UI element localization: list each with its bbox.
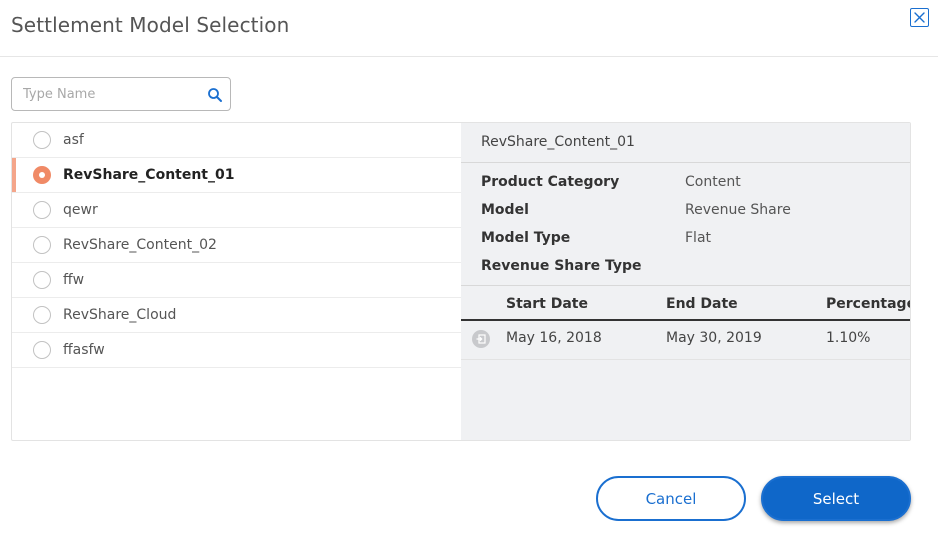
property-value: Revenue Share bbox=[685, 202, 791, 218]
list-item-label: RevShare_Content_02 bbox=[63, 237, 217, 253]
close-button[interactable] bbox=[910, 8, 929, 27]
list-item-label: qewr bbox=[63, 202, 98, 218]
column-header-percentage: Percentage bbox=[826, 296, 911, 312]
column-header-end-date: End Date bbox=[666, 296, 738, 312]
radio-button[interactable] bbox=[33, 306, 51, 324]
divider bbox=[461, 162, 910, 163]
radio-button[interactable] bbox=[33, 201, 51, 219]
details-title: RevShare_Content_01 bbox=[481, 134, 635, 150]
list-item-label: ffw bbox=[63, 272, 85, 288]
property-label: Model bbox=[481, 202, 529, 218]
radio-button[interactable] bbox=[33, 341, 51, 359]
list-item[interactable]: RevShare_Content_01 bbox=[12, 158, 461, 193]
radio-button[interactable] bbox=[33, 166, 51, 184]
property-label: Model Type bbox=[481, 230, 571, 246]
property-label: Product Category bbox=[481, 174, 620, 190]
column-header-start-date: Start Date bbox=[506, 296, 588, 312]
search-icon[interactable] bbox=[207, 87, 223, 103]
list-item[interactable]: RevShare_Content_02 bbox=[12, 228, 461, 263]
search-box bbox=[11, 77, 231, 111]
header-divider bbox=[0, 56, 938, 57]
radio-button[interactable] bbox=[33, 236, 51, 254]
enter-icon bbox=[476, 334, 486, 344]
page-title: Settlement Model Selection bbox=[11, 13, 290, 37]
table-cell-percentage: 1.10% bbox=[826, 330, 871, 346]
expand-row-icon[interactable] bbox=[472, 330, 490, 348]
divider bbox=[461, 285, 910, 286]
list-item-label: RevShare_Content_01 bbox=[63, 167, 235, 183]
list-item-label: RevShare_Cloud bbox=[63, 307, 177, 323]
list-item[interactable]: RevShare_Cloud bbox=[12, 298, 461, 333]
cancel-button[interactable]: Cancel bbox=[596, 476, 746, 521]
selection-panel: asf RevShare_Content_01 qewr RevShare_Co… bbox=[11, 122, 911, 441]
table-cell-end-date: May 30, 2019 bbox=[666, 330, 762, 346]
divider bbox=[461, 319, 910, 321]
radio-button[interactable] bbox=[33, 131, 51, 149]
search-input[interactable] bbox=[12, 78, 202, 110]
radio-button[interactable] bbox=[33, 271, 51, 289]
property-label: Revenue Share Type bbox=[481, 258, 642, 274]
select-button[interactable]: Select bbox=[761, 476, 911, 521]
list-item[interactable]: qewr bbox=[12, 193, 461, 228]
details-pane: RevShare_Content_01 Product Category Con… bbox=[461, 123, 911, 440]
list-item-label: ffasfw bbox=[63, 342, 105, 358]
list-item-label: asf bbox=[63, 132, 84, 148]
table-cell-start-date: May 16, 2018 bbox=[506, 330, 602, 346]
close-icon bbox=[914, 12, 925, 23]
divider bbox=[461, 359, 910, 360]
list-item[interactable]: ffasfw bbox=[12, 333, 461, 368]
list-item[interactable]: asf bbox=[12, 123, 461, 158]
property-value: Content bbox=[685, 174, 741, 190]
list-item[interactable]: ffw bbox=[12, 263, 461, 298]
property-value: Flat bbox=[685, 230, 712, 246]
model-list: asf RevShare_Content_01 qewr RevShare_Co… bbox=[12, 123, 461, 440]
